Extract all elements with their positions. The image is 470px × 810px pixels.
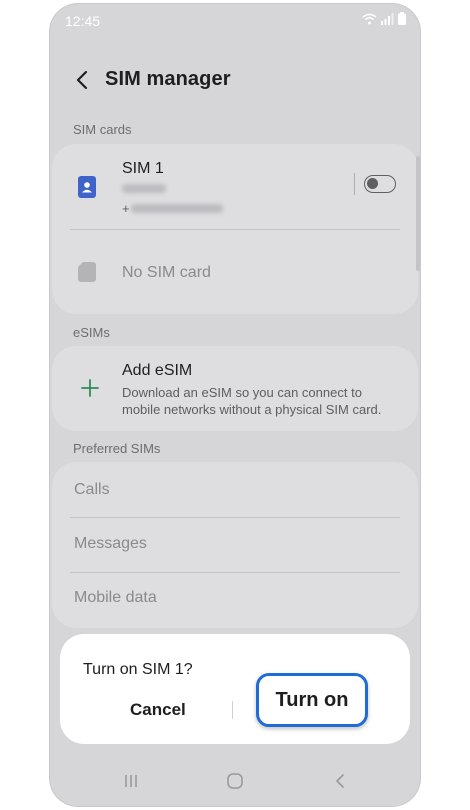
section-label-esims: eSIMs — [73, 325, 110, 340]
sim-card-icon — [78, 176, 96, 198]
messages-label: Messages — [74, 535, 147, 552]
status-bar: 12:45 — [50, 4, 420, 38]
app-header: SIM manager — [50, 59, 420, 103]
home-icon — [227, 773, 243, 789]
preferred-sims-card: Calls Messages Mobile data — [52, 462, 418, 628]
sim1-carrier-redacted — [122, 184, 166, 193]
preferred-calls-row[interactable]: Calls — [52, 462, 418, 517]
sim1-toggle[interactable] — [364, 175, 396, 193]
nav-back-button[interactable] — [325, 768, 355, 794]
toggle-knob — [367, 178, 378, 189]
recent-apps-icon — [125, 775, 137, 787]
back-button[interactable] — [70, 67, 96, 93]
add-esim-description-line2: mobile networks without a physical SIM c… — [122, 402, 382, 417]
sim-slot-empty-icon — [78, 262, 96, 282]
calls-label: Calls — [74, 481, 110, 498]
no-sim-label: No SIM card — [122, 264, 211, 281]
dialog-button-separator — [232, 701, 233, 719]
recent-apps-button[interactable] — [116, 768, 146, 794]
scrollbar[interactable] — [416, 156, 420, 271]
wifi-icon — [362, 13, 377, 24]
signal-icon — [381, 12, 394, 25]
sim1-number-prefix: + — [122, 201, 130, 216]
status-time: 12:45 — [65, 13, 101, 29]
preferred-messages-row[interactable]: Messages — [52, 518, 418, 572]
mobile-data-label: Mobile data — [74, 589, 157, 606]
turn-on-button[interactable]: Turn on — [256, 673, 368, 727]
nav-back-icon — [336, 774, 344, 788]
status-icons — [362, 12, 406, 25]
section-label-preferred-sims: Preferred SIMs — [73, 441, 161, 456]
cancel-button[interactable]: Cancel — [110, 695, 230, 725]
phone-screen: 12:45 SIM manager SIM cards SIM 1 + No S… — [50, 4, 420, 806]
navigation-bar — [50, 756, 420, 806]
preferred-mobile-data-row[interactable]: Mobile data — [52, 573, 418, 628]
add-icon — [81, 379, 99, 397]
add-esim-title: Add eSIM — [122, 362, 193, 379]
toggle-separator — [354, 173, 355, 195]
sim1-row[interactable]: SIM 1 + — [52, 144, 418, 229]
chevron-left-icon — [76, 70, 88, 90]
turn-on-sim-dialog: Turn on SIM 1? Cancel Turn on — [60, 634, 410, 744]
esim-card[interactable]: Add eSIM Download an eSIM so you can con… — [52, 346, 418, 431]
dialog-title: Turn on SIM 1? — [83, 661, 193, 678]
add-esim-description-line1: Download an eSIM so you can connect to — [122, 385, 362, 400]
sim-cards-card: SIM 1 + No SIM card — [52, 144, 418, 314]
sim1-title: SIM 1 — [122, 160, 164, 177]
battery-icon — [398, 12, 406, 25]
sim1-number-redacted — [131, 204, 223, 213]
home-button[interactable] — [220, 768, 250, 794]
section-label-sim-cards: SIM cards — [73, 122, 132, 137]
page-title: SIM manager — [105, 68, 231, 90]
sim2-row: No SIM card — [52, 230, 418, 314]
